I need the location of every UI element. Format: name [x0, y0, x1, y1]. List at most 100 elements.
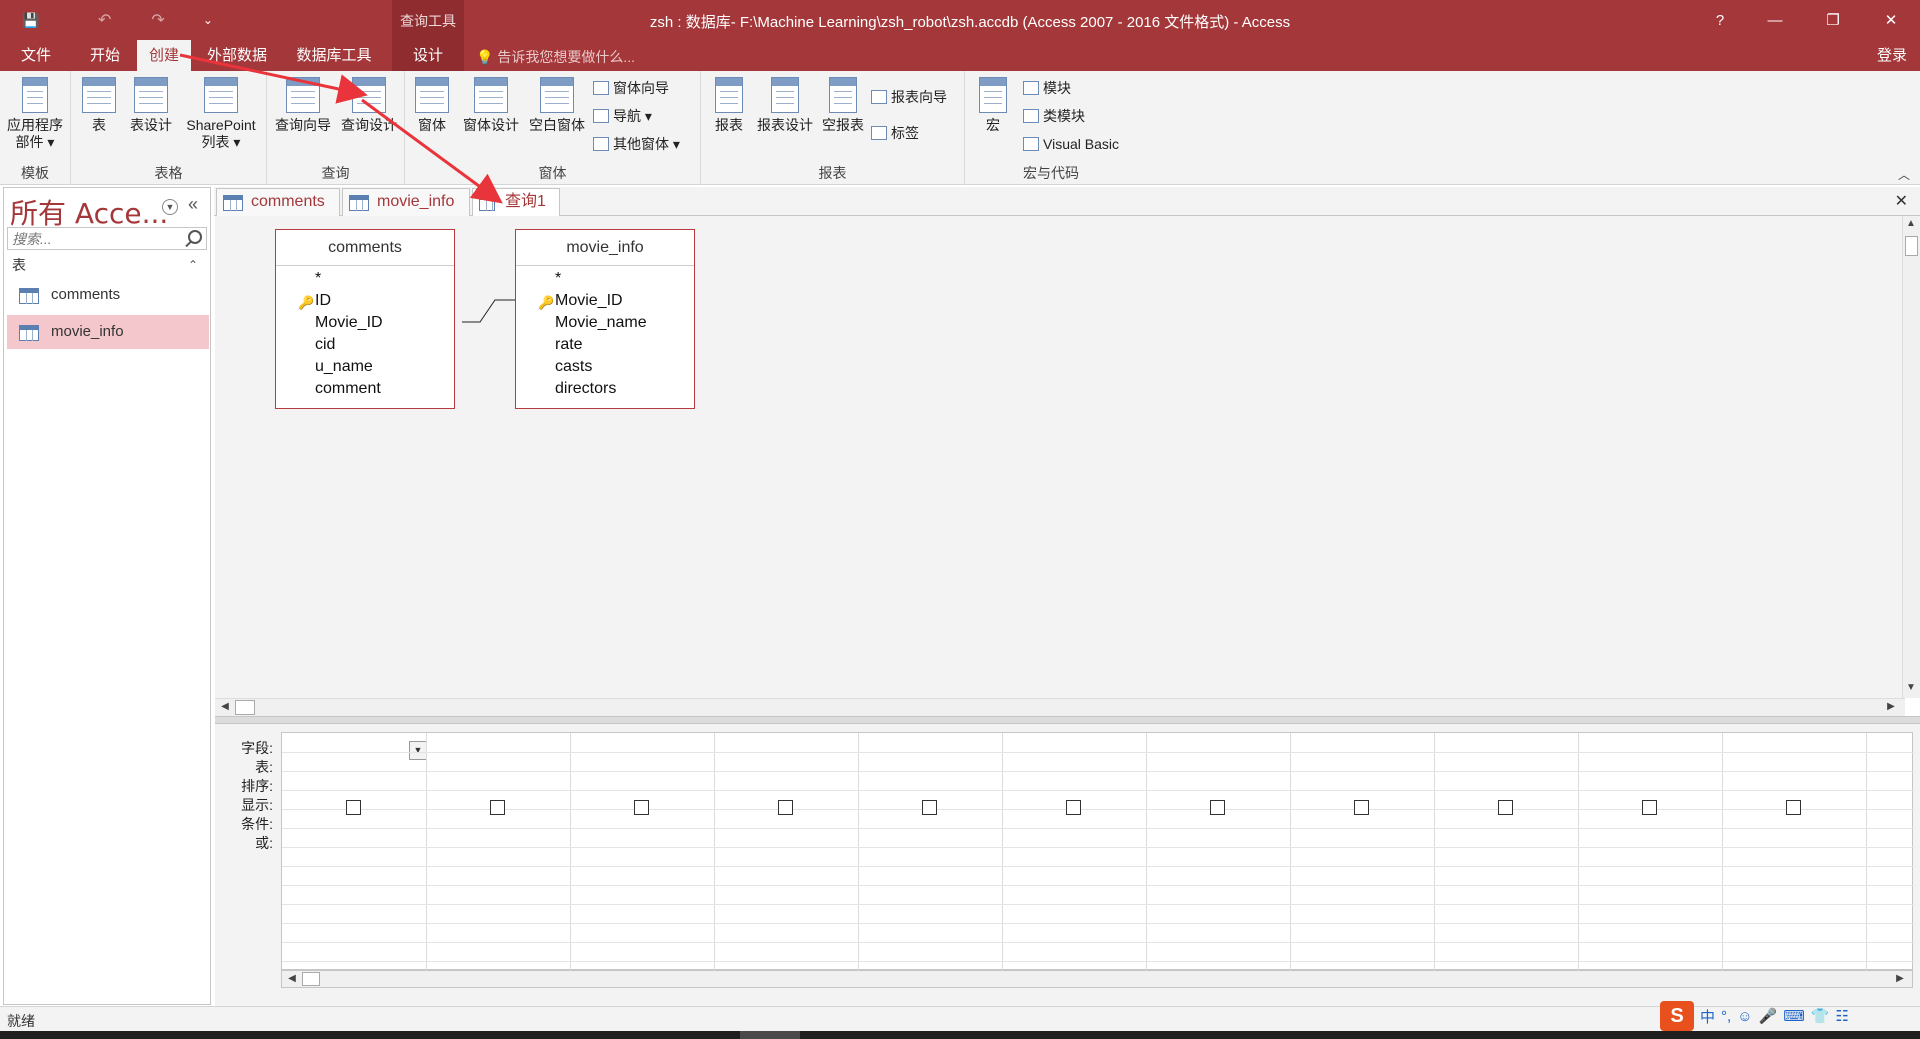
grid-column-divider	[1434, 733, 1435, 971]
form-wizard-button[interactable]: 窗体向导	[593, 77, 669, 99]
doc-tab-query1[interactable]: 查询1	[472, 188, 560, 217]
query-wizard-button[interactable]: 查询向导	[271, 77, 335, 134]
scroll-right-icon[interactable]: ▶	[1883, 699, 1899, 715]
group-collapse-icon[interactable]: ⌃	[188, 254, 198, 276]
tab-database-tools[interactable]: 数据库工具	[290, 40, 378, 71]
minimize-button[interactable]: —	[1752, 0, 1798, 40]
grid-horizontal-scrollbar[interactable]: ◀ ▶	[281, 970, 1913, 988]
report-wizard-icon	[871, 90, 887, 104]
application-parts-button[interactable]: 应用程序 部件 ▾	[2, 77, 68, 151]
help-button[interactable]: ?	[1697, 0, 1743, 40]
doc-tab-comments[interactable]: comments	[216, 188, 340, 216]
visual-basic-button[interactable]: Visual Basic	[1023, 133, 1119, 155]
ime-punct-icon[interactable]: °,	[1721, 1008, 1731, 1025]
scroll-up-icon[interactable]: ▲	[1903, 216, 1919, 232]
query-design-canvas[interactable]: comments * 🔑 ID Movie_ID cid u_name comme…	[215, 216, 1902, 700]
restore-button[interactable]: ❐	[1810, 0, 1856, 40]
doc-tab-movie-info[interactable]: movie_info	[342, 188, 470, 216]
blank-form-button[interactable]: 空白窗体	[525, 77, 589, 134]
show-checkbox[interactable]	[1210, 800, 1225, 815]
scroll-down-icon[interactable]: ▼	[1903, 680, 1919, 696]
query-design-button[interactable]: 查询设计	[337, 77, 401, 134]
table-icon	[349, 195, 369, 211]
ime-keyboard-icon[interactable]: ⌨	[1783, 1007, 1805, 1025]
tab-create[interactable]: 创建	[137, 40, 191, 71]
scroll-thumb[interactable]	[1905, 236, 1918, 256]
table-design-button[interactable]: 表设计	[127, 77, 175, 134]
scroll-right-icon[interactable]: ▶	[1892, 971, 1908, 987]
show-checkbox[interactable]	[634, 800, 649, 815]
redo-icon[interactable]: ↷	[151, 10, 164, 30]
nav-search-input[interactable]	[8, 228, 178, 249]
nav-menu-dropdown-icon[interactable]: ▼	[162, 199, 178, 215]
undo-icon[interactable]: ↶	[98, 10, 111, 30]
show-checkbox[interactable]	[1066, 800, 1081, 815]
nav-collapse-icon[interactable]: «	[188, 194, 198, 215]
scroll-left-icon[interactable]: ◀	[217, 699, 233, 715]
customize-qat-icon[interactable]: ⌄	[203, 13, 213, 27]
show-checkbox[interactable]	[922, 800, 937, 815]
table-label: 表	[92, 117, 106, 133]
nav-pane-title[interactable]: 所有 Acce...	[10, 192, 168, 232]
tab-home[interactable]: 开始	[80, 40, 130, 71]
show-checkbox[interactable]	[346, 800, 361, 815]
report-button[interactable]: 报表	[709, 77, 749, 134]
ime-skin-icon[interactable]: 👕	[1811, 1007, 1830, 1025]
grid-row-divider	[282, 752, 1914, 753]
show-checkbox[interactable]	[778, 800, 793, 815]
report-wizard-button[interactable]: 报表向导	[871, 86, 947, 108]
nav-item-movie-info[interactable]: movie_info	[7, 315, 209, 349]
more-forms-label: 其他窗体 ▾	[613, 136, 680, 152]
show-checkbox[interactable]	[1354, 800, 1369, 815]
show-checkbox[interactable]	[1642, 800, 1657, 815]
class-module-button[interactable]: 类模块	[1023, 105, 1085, 127]
collapse-ribbon-icon[interactable]: ︿	[1898, 166, 1910, 183]
show-checkbox[interactable]	[490, 800, 505, 815]
sogou-logo-icon[interactable]: S	[1660, 1001, 1694, 1031]
report-design-button[interactable]: 报表设计	[753, 77, 817, 134]
tab-external-data[interactable]: 外部数据	[202, 40, 272, 71]
close-button[interactable]: ✕	[1868, 0, 1914, 40]
macro-button[interactable]: 宏	[973, 77, 1013, 134]
ime-lang-icon[interactable]: 中	[1700, 1006, 1715, 1027]
row-label-or: 或:	[255, 835, 273, 851]
scroll-thumb[interactable]	[235, 700, 255, 715]
close-document-icon[interactable]: ✕	[1895, 191, 1908, 211]
ime-mic-icon[interactable]: 🎤	[1759, 1007, 1778, 1025]
ime-tools-icon[interactable]: ☷	[1836, 1007, 1849, 1025]
sharepoint-lists-button[interactable]: SharePoint 列表 ▾	[179, 77, 263, 151]
query-design-grid[interactable]: ▼	[281, 732, 1914, 971]
module-button[interactable]: 模块	[1023, 77, 1071, 99]
tab-design[interactable]: 设计	[392, 40, 464, 71]
form-design-button[interactable]: 窗体设计	[459, 77, 523, 134]
more-forms-button[interactable]: 其他窗体 ▾	[593, 133, 680, 155]
labels-button[interactable]: 标签	[871, 122, 919, 144]
scroll-thumb[interactable]	[302, 972, 320, 986]
taskbar-active-item[interactable]	[740, 1031, 800, 1039]
field-dropdown-icon[interactable]: ▼	[409, 741, 427, 760]
show-checkbox[interactable]	[1498, 800, 1513, 815]
nav-group-tables[interactable]: 表 ⌃	[4, 254, 210, 276]
canvas-horizontal-scrollbar[interactable]: ◀ ▶	[215, 698, 1905, 716]
tell-me-box[interactable]: 💡 告诉我您想要做什么...	[476, 47, 635, 67]
ime-emoji-icon[interactable]: ☺	[1737, 1008, 1752, 1025]
visual-basic-label: Visual Basic	[1043, 136, 1120, 152]
join-line[interactable]	[215, 216, 735, 416]
navigation-button[interactable]: 导航 ▾	[593, 105, 652, 127]
grid-row-divider	[282, 828, 1914, 829]
pane-splitter[interactable]	[215, 716, 1920, 724]
grid-row-divider	[282, 866, 1914, 867]
table-button[interactable]: 表	[81, 77, 117, 134]
search-icon[interactable]	[188, 230, 202, 244]
blank-report-button[interactable]: 空报表	[817, 77, 869, 134]
nav-item-comments[interactable]: comments	[7, 278, 209, 312]
show-checkbox[interactable]	[1786, 800, 1801, 815]
tab-file[interactable]: 文件	[10, 40, 62, 71]
canvas-vertical-scrollbar[interactable]: ▲ ▼	[1902, 216, 1920, 698]
scroll-left-icon[interactable]: ◀	[284, 971, 300, 987]
query-design-icon	[352, 77, 386, 113]
save-icon[interactable]: 💾	[22, 12, 46, 29]
row-label-show: 显示:	[241, 797, 273, 813]
form-button[interactable]: 窗体	[411, 77, 453, 134]
sign-in-link[interactable]: 登录	[1870, 40, 1914, 71]
